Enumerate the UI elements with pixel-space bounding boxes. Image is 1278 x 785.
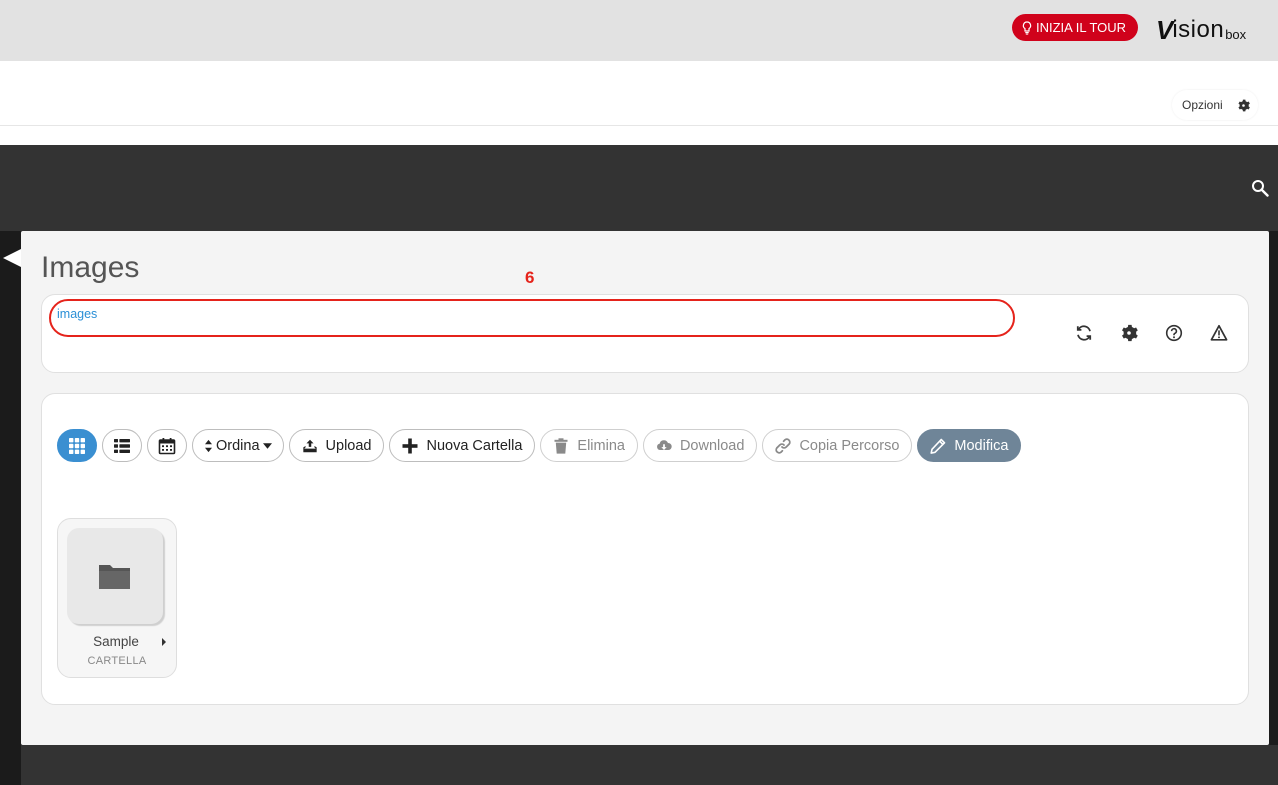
options-bar: Opzioni [0,61,1278,126]
start-tour-label: INIZIA IL TOUR [1036,20,1127,35]
edit-button[interactable]: Modifica [917,429,1022,462]
delete-button[interactable]: Elimina [540,429,638,462]
upload-icon [302,439,317,452]
download-button[interactable]: Download [642,429,758,462]
breadcrumb-images[interactable]: images [57,307,97,321]
top-header: INIZIA IL TOUR Vision box [0,0,1278,61]
edit-label: Modifica [954,437,1009,454]
caret-right-icon[interactable] [162,638,166,646]
path-tools [1075,324,1228,342]
start-tour-button[interactable]: INIZIA IL TOUR [1012,14,1139,41]
list-icon [114,438,130,453]
warning-triangle-icon [1210,324,1228,341]
upload-label: Upload [325,437,372,454]
gear-icon [1122,324,1138,342]
pencil-icon [930,438,946,454]
copy-path-label: Copia Percorso [799,437,900,454]
footer-area [21,745,1278,785]
new-folder-button[interactable]: Nuova Cartella [389,429,536,462]
folder-thumbnail [67,528,163,624]
page-title: Images [41,251,140,284]
sort-label: Ordina [216,437,260,454]
settings-button[interactable] [1120,324,1138,342]
list-view-button[interactable] [102,429,142,462]
header-spacer [0,126,1278,145]
calendar-icon [158,437,176,454]
annotation-highlight [49,299,1015,337]
left-sidebar-rail [0,231,21,785]
file-browser-panel: Ordina Upload Nuova Cartella Elimina Dow… [41,393,1249,705]
options-button[interactable]: Opzioni [1172,90,1258,120]
dark-toolbar [0,145,1278,231]
copy-path-button[interactable]: Copia Percorso [762,429,913,462]
sort-icon [205,439,212,452]
logo-v: V [1156,15,1173,45]
gear-icon [1238,99,1250,111]
folder-item-sample[interactable]: Sample CARTELLA [57,518,177,678]
caret-down-icon [262,442,272,449]
delete-label: Elimina [577,437,625,454]
main-content: Images 6 images Ordina Upload Nuova Cart… [21,231,1269,745]
logo-box: box [1225,27,1247,42]
grid-icon [69,437,85,454]
folder-icon [99,565,130,589]
upload-button[interactable]: Upload [288,429,385,462]
search-icon[interactable] [1251,179,1269,197]
visionbox-logo: Vision box [1156,15,1247,45]
folder-type: CARTELLA [87,655,147,667]
path-panel: images [41,294,1249,373]
plus-icon [402,438,418,453]
warning-button[interactable] [1210,324,1228,342]
trash-icon [554,437,568,454]
help-button[interactable] [1165,324,1183,342]
annotation-number: 6 [525,268,535,287]
calendar-view-button[interactable] [147,429,187,462]
options-label: Opzioni [1182,98,1223,112]
new-folder-label: Nuova Cartella [426,437,523,454]
folder-name: Sample [93,634,139,649]
sort-dropdown-button[interactable]: Ordina [192,429,284,462]
refresh-icon [1076,325,1092,341]
grid-view-button[interactable] [57,429,97,462]
link-icon [775,437,792,454]
logo-ision: ision [1172,16,1225,43]
refresh-button[interactable] [1075,324,1093,342]
file-toolbar: Ordina Upload Nuova Cartella Elimina Dow… [57,429,1022,462]
lightbulb-icon [1022,20,1032,35]
question-circle-icon [1165,324,1183,342]
sidebar-toggle-arrow[interactable] [3,249,21,267]
cloud-download-icon [657,439,672,450]
download-label: Download [679,437,745,454]
